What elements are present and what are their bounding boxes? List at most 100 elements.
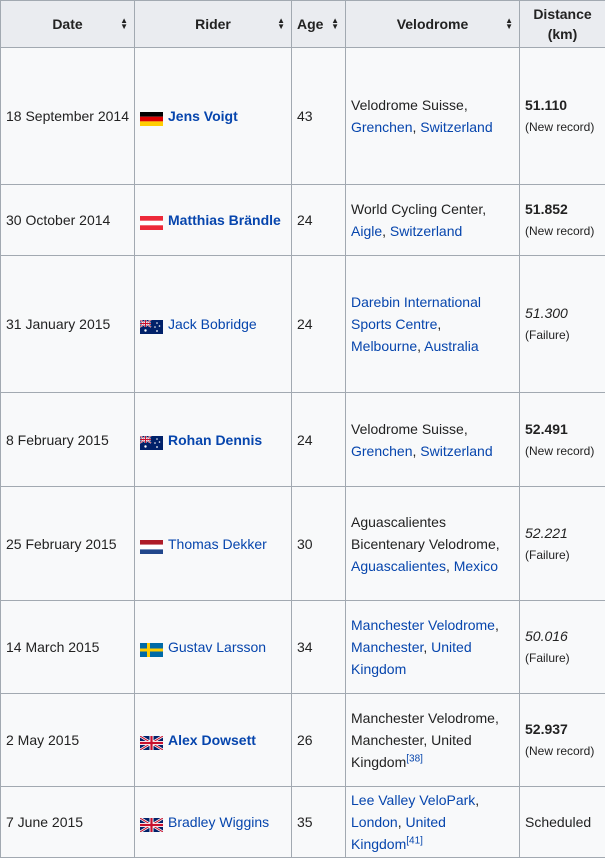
hour-record-table: Date ▲ ▼ Rider ▲ ▼ Age ▲ ▼ Velodrome ▲ ▼ Distanc… xyxy=(0,0,605,858)
age-cell: 43 xyxy=(291,47,346,185)
sort-icon[interactable]: ▲ ▼ xyxy=(505,17,513,31)
rider-column-header[interactable]: Rider ▲ ▼ xyxy=(134,0,292,48)
velodrome-link[interactable]: Darebin International Sports Centre xyxy=(351,294,481,332)
velodrome-link[interactable]: Manchester xyxy=(351,639,423,655)
table-row: 25 February 2015 Thomas Dekker 30 Aguascali… xyxy=(0,486,605,601)
header-row: Date ▲ ▼ Rider ▲ ▼ Age ▲ ▼ Velodrome ▲ ▼ Distanc… xyxy=(0,0,605,48)
velodrome-text: , xyxy=(494,617,499,633)
sweden-flag-icon xyxy=(140,641,163,658)
date-cell: 30 October 2014 xyxy=(0,184,135,256)
age-cell: 35 xyxy=(291,786,346,858)
velodrome-text: , xyxy=(423,639,432,655)
rider-link[interactable]: Thomas Dekker xyxy=(168,536,267,552)
velodrome-link[interactable]: Manchester Velodrome xyxy=(351,617,495,633)
distance-value: 51.300 xyxy=(525,305,568,321)
date-cell: 2 May 2015 xyxy=(0,693,135,787)
velodrome-link[interactable]: Aigle xyxy=(351,223,382,239)
reference-superscript: [41] xyxy=(406,835,423,846)
distance-note: (New record) xyxy=(525,744,595,758)
sort-icon[interactable]: ▲ ▼ xyxy=(120,17,128,31)
date-cell: 8 February 2015 xyxy=(0,392,135,487)
age-cell: 26 xyxy=(291,693,346,787)
rider-link[interactable]: Rohan Dennis xyxy=(168,432,262,448)
rider-link[interactable]: Gustav Larsson xyxy=(168,639,266,655)
velodrome-link[interactable]: Mexico xyxy=(454,558,498,574)
reference-superscript: [38] xyxy=(406,753,423,764)
velodrome-cell: Manchester Velodrome, Manchester, United… xyxy=(345,600,520,694)
distance-cell: Scheduled xyxy=(519,786,605,858)
distance-header-unit: (km) xyxy=(547,26,578,42)
distance-cell: 51.852 (New record) xyxy=(519,184,605,256)
rider-link[interactable]: Matthias Brändle xyxy=(168,212,281,228)
age-cell: 24 xyxy=(291,392,346,487)
velodrome-cell: Velodrome Suisse, Grenchen, Switzerland xyxy=(345,392,520,487)
age-cell: 24 xyxy=(291,255,346,393)
distance-value: 52.937 xyxy=(525,721,568,737)
distance-note: (Failure) xyxy=(525,651,570,665)
velodrome-cell: Aguascalientes Bicentenary Velodrome, Ag… xyxy=(345,486,520,601)
distance-column-header[interactable]: Distance (km) xyxy=(519,0,605,48)
velodrome-link[interactable]: Switzerland xyxy=(420,443,492,459)
rider-link[interactable]: Alex Dowsett xyxy=(168,732,256,748)
distance-cell: 51.110 (New record) xyxy=(519,47,605,185)
velodrome-text: , xyxy=(382,223,390,239)
velodrome-link[interactable]: Grenchen xyxy=(351,443,412,459)
distance-value: 52.221 xyxy=(525,524,568,541)
distance-note: (New record) xyxy=(525,120,595,134)
rider-cell: Gustav Larsson xyxy=(134,600,292,694)
rider-cell: Thomas Dekker xyxy=(134,486,292,601)
uk-flag-icon xyxy=(139,816,164,834)
rider-cell: Matthias Brändle xyxy=(134,184,292,256)
reference-link[interactable]: [41] xyxy=(406,835,423,846)
table-row: 18 September 2014 Jens Voigt 43 Velodrome S… xyxy=(0,47,605,185)
table-row: 14 March 2015 Gustav Larsson 34 Manchester … xyxy=(0,600,605,694)
age-cell: 24 xyxy=(291,184,346,256)
velodrome-link[interactable]: Switzerland xyxy=(390,223,462,239)
velodrome-link[interactable]: Aguascalientes xyxy=(351,558,446,574)
velodrome-cell: Velodrome Suisse, Grenchen, Switzerland xyxy=(345,47,520,185)
distance-cell: 52.491 (New record) xyxy=(519,392,605,487)
rider-link[interactable]: Bradley Wiggins xyxy=(168,814,269,830)
velodrome-column-header[interactable]: Velodrome ▲ ▼ xyxy=(345,0,520,48)
distance-note: (New record) xyxy=(525,443,595,458)
germany-flag-icon xyxy=(140,110,163,127)
table-row: 2 May 2015 Alex Dowsett 26 Manchester Velod… xyxy=(0,693,605,787)
velodrome-header-label: Velodrome xyxy=(396,16,469,32)
table-row: 31 January 2015 Jack Bobridge 24 Darebin In… xyxy=(0,255,605,393)
date-column-header[interactable]: Date ▲ ▼ xyxy=(0,0,135,48)
netherlands-flag-icon xyxy=(140,538,163,554)
distance-value: 51.110 xyxy=(525,97,568,113)
velodrome-link[interactable]: Australia xyxy=(424,338,478,354)
velodrome-link[interactable]: Switzerland xyxy=(420,119,492,135)
rider-cell: Jens Voigt xyxy=(134,47,292,185)
rider-link[interactable]: Jack Bobridge xyxy=(168,316,257,332)
velodrome-text: Velodrome Suisse, xyxy=(351,420,468,437)
rider-header-label: Rider xyxy=(195,16,231,32)
age-cell: 34 xyxy=(291,600,346,694)
age-header-label: Age xyxy=(297,16,324,32)
distance-value: 50.016 xyxy=(525,628,568,644)
distance-cell: 52.937 (New record) xyxy=(519,693,605,787)
sort-icon[interactable]: ▲ ▼ xyxy=(331,17,339,31)
sort-icon[interactable]: ▲ ▼ xyxy=(277,17,285,31)
velodrome-cell: World Cycling Center, Aigle, Switzerland xyxy=(345,184,520,256)
rider-cell: Rohan Dennis xyxy=(134,392,292,487)
rider-link[interactable]: Jens Voigt xyxy=(168,108,238,124)
reference-link[interactable]: [38] xyxy=(406,753,423,764)
velodrome-link[interactable]: Lee Valley VeloPark xyxy=(351,792,475,808)
velodrome-link[interactable]: Melbourne xyxy=(351,338,417,354)
velodrome-link[interactable]: Grenchen xyxy=(351,119,412,135)
distance-note: (New record) xyxy=(525,224,595,238)
rider-cell: Alex Dowsett xyxy=(134,693,292,787)
australia-flag-icon xyxy=(139,434,163,450)
age-column-header[interactable]: Age ▲ ▼ xyxy=(291,0,346,48)
distance-value: Scheduled xyxy=(525,814,592,830)
date-header-label: Date xyxy=(52,16,83,32)
distance-header-label: Distance xyxy=(533,6,592,22)
velodrome-link[interactable]: London xyxy=(351,814,398,830)
date-cell: 31 January 2015 xyxy=(0,255,135,393)
date-cell: 25 February 2015 xyxy=(0,486,135,601)
distance-cell: 50.016 (Failure) xyxy=(519,600,605,694)
rider-cell: Bradley Wiggins xyxy=(134,786,292,858)
date-cell: 14 March 2015 xyxy=(0,600,135,694)
